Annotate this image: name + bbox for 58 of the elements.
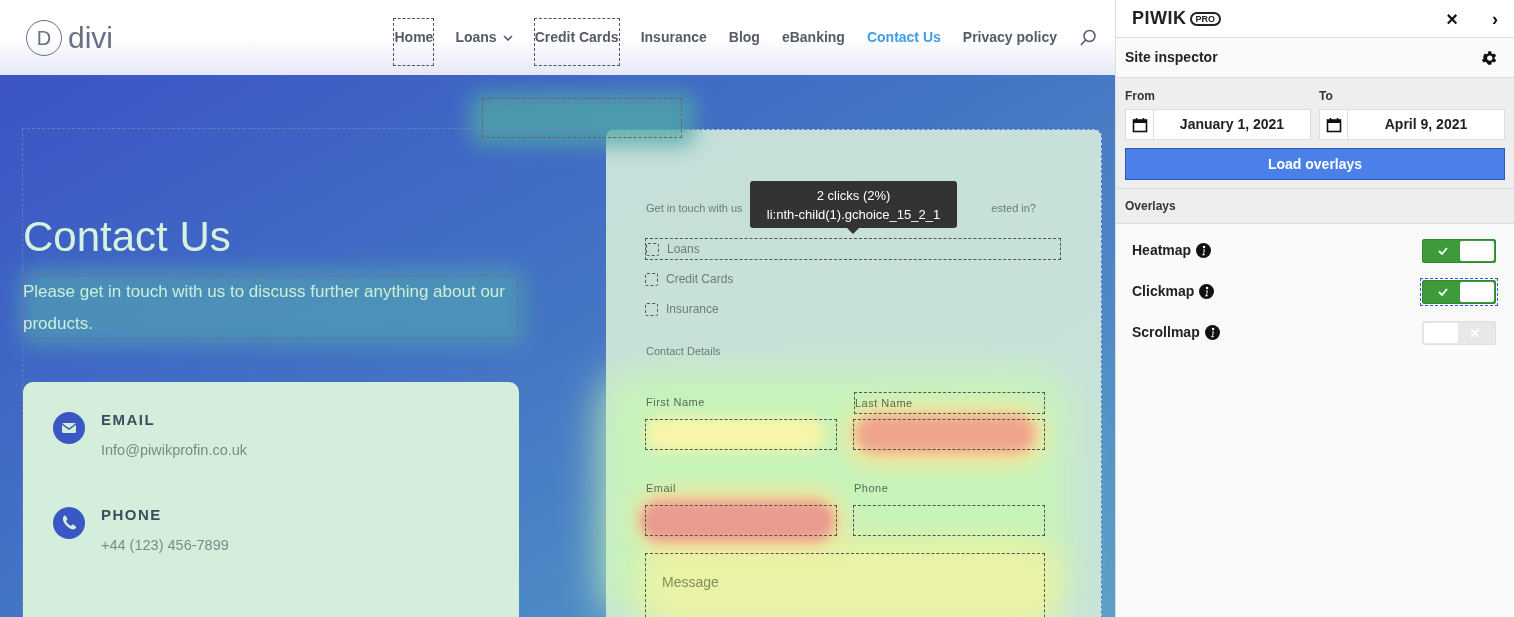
nav-link[interactable]: Loans bbox=[455, 27, 513, 48]
date-label: From bbox=[1125, 88, 1156, 105]
date-field[interactable]: January 1, 2021 bbox=[1125, 109, 1311, 140]
nav-link[interactable]: Blog bbox=[728, 27, 760, 48]
brand-badge: PRO bbox=[1189, 11, 1221, 26]
settings-icon[interactable] bbox=[1480, 48, 1498, 67]
info-icon[interactable] bbox=[1199, 284, 1215, 299]
checkbox-label: Loans bbox=[667, 241, 700, 258]
calendar-icon bbox=[1131, 116, 1148, 133]
nav-link[interactable]: Home bbox=[394, 27, 434, 48]
field-label: First Name bbox=[646, 395, 705, 410]
input-field[interactable] bbox=[853, 419, 1045, 450]
checkbox-label: Credit Cards bbox=[666, 271, 734, 288]
field-label: Last Name bbox=[854, 392, 1045, 414]
collapse-button[interactable]: › bbox=[1492, 9, 1498, 28]
nav-link[interactable]: Privacy policy bbox=[962, 27, 1057, 48]
checkbox[interactable] bbox=[645, 302, 658, 316]
message-field[interactable]: Message bbox=[645, 553, 1045, 617]
date-label: To bbox=[1319, 88, 1334, 105]
close-button[interactable]: × bbox=[1446, 8, 1458, 29]
checkbox-label: Insurance bbox=[666, 301, 719, 318]
contact-value: Info@piwikprofin.co.uk bbox=[101, 441, 248, 460]
tooltip-text: li:nth-child(1).gchoice_15_2_1 bbox=[766, 205, 941, 224]
calendar-icon bbox=[1325, 116, 1342, 133]
nav-link[interactable]: Credit Cards bbox=[534, 27, 619, 48]
search-icon[interactable] bbox=[1079, 28, 1097, 47]
brand-logo: PIWIK bbox=[1132, 7, 1187, 30]
logo-text: divi bbox=[68, 22, 113, 53]
checkbox[interactable] bbox=[646, 242, 659, 256]
info-icon[interactable] bbox=[1196, 243, 1212, 258]
page-heading: Contact Us bbox=[23, 212, 231, 262]
overlay-label: Clickmap bbox=[1132, 282, 1195, 301]
toggle-switch[interactable] bbox=[1422, 279, 1496, 304]
contact-title: PHONE bbox=[101, 505, 163, 525]
contact-title: EMAIL bbox=[101, 410, 157, 430]
section-heading: Overlays bbox=[1125, 198, 1176, 215]
question-text: Get in touch with us bbox=[646, 201, 743, 216]
intro-text: Please get in touch with us to discuss further anything about our products. bbox=[22, 275, 518, 339]
overlay-label: Heatmap bbox=[1132, 241, 1192, 260]
load-overlays-button[interactable]: Load overlays bbox=[1125, 148, 1505, 180]
contact-value: +44 (123) 456-7899 bbox=[101, 536, 229, 555]
nav-link[interactable]: eBanking bbox=[781, 27, 845, 48]
info-icon[interactable] bbox=[1204, 325, 1220, 340]
tooltip-text: 2 clicks (2%) bbox=[816, 186, 891, 205]
field-label: Email bbox=[646, 481, 676, 496]
input-field[interactable] bbox=[645, 505, 837, 536]
input-field[interactable] bbox=[853, 505, 1045, 536]
panel-title: Site inspector bbox=[1125, 48, 1218, 67]
field-label: Phone bbox=[854, 481, 889, 496]
checkbox[interactable] bbox=[645, 272, 658, 286]
date-field[interactable]: April 9, 2021 bbox=[1319, 109, 1505, 140]
toggle-switch[interactable] bbox=[1422, 238, 1496, 263]
question-text: ested in? bbox=[991, 201, 1036, 216]
overlay-label: Scrollmap bbox=[1132, 323, 1200, 342]
envelope-icon bbox=[53, 412, 85, 444]
nav-link[interactable]: Insurance bbox=[640, 27, 707, 48]
phone-icon bbox=[53, 507, 85, 539]
section-label: Contact Details bbox=[646, 344, 721, 359]
